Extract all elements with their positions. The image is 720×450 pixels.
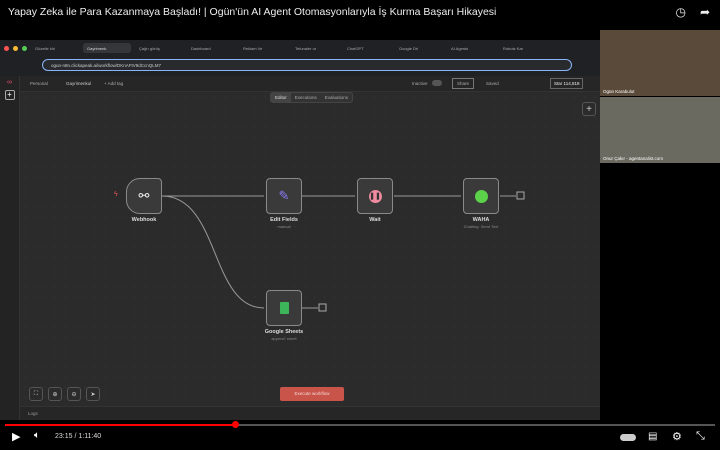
google-sheets-icon <box>279 302 289 314</box>
browser-tab[interactable]: AI Agents <box>447 43 495 53</box>
workflow-canvas[interactable]: Editor Executions Evaluations + ϟ ⚯ Webh… <box>20 92 600 406</box>
node-subtitle: manual <box>277 224 291 229</box>
connection-webhook-sheets <box>161 195 265 309</box>
node-webhook[interactable]: ⚯ <box>126 178 162 214</box>
pencil-icon: ✎ <box>278 188 290 203</box>
add-tag[interactable]: + Add tag <box>104 81 123 86</box>
webhook-icon: ⚯ <box>138 188 150 203</box>
workflow-header: Personal Gayrimenkul + Add tag Inactive … <box>20 76 600 92</box>
connections <box>161 191 525 312</box>
share-button[interactable]: Share <box>452 78 475 89</box>
webcam-name: Onur Çakır - agentanalist.com <box>603 156 664 161</box>
zoom-out-button[interactable]: ⊖ <box>67 387 81 401</box>
node-subtitle: append: sheet <box>271 336 297 341</box>
webcam-host: Ogün Karabulut <box>600 30 720 96</box>
share-icon[interactable]: ➦ <box>700 5 710 19</box>
n8n-app: ∞ + Personal Gayrimenkul + Add tag Inact… <box>0 76 600 420</box>
fit-view-button[interactable]: ⛶ <box>29 387 43 401</box>
tab-strip: Gözetle kiri Gayrimenk Çağrı görüş Dashb… <box>0 40 600 56</box>
top-controls: ◷ ➦ <box>675 5 710 19</box>
tidy-up-button[interactable]: ➤ <box>86 387 100 401</box>
star-label: Star <box>554 81 563 86</box>
watch-later-icon[interactable]: ◷ <box>675 5 685 19</box>
timecode: 23:15 / 1:11:40 <box>55 433 102 440</box>
subtitles-icon[interactable]: ▤ <box>648 431 657 442</box>
active-label: Inactive <box>412 81 428 86</box>
settings-gear-icon[interactable]: ⚙ <box>672 430 682 443</box>
address-bar[interactable]: ogun-n8n.clickapeak.ai/workflow/DKnAFtV9… <box>42 59 572 71</box>
pause-icon: ❚❚ <box>368 189 382 203</box>
logs-panel[interactable]: Logs <box>20 406 600 420</box>
video-title: Yapay Zeka ile Para Kazanmaya Başladı! |… <box>8 6 497 18</box>
volume-icon[interactable]: 🔈︎ <box>34 430 40 441</box>
execute-workflow-button[interactable]: Execute workflow <box>280 387 344 401</box>
browser-tab-active[interactable]: Gayrimenk <box>83 43 131 53</box>
browser-tab[interactable]: Google Dri <box>395 43 443 53</box>
node-label: Google Sheets <box>264 329 304 335</box>
add-after-sheets <box>318 303 327 312</box>
progress-fill <box>5 424 236 426</box>
node-label: WAHA <box>472 217 490 223</box>
browser-window: Gözetle kiri Gayrimenk Çağrı görüş Dashb… <box>0 40 600 420</box>
autoplay-toggle[interactable] <box>620 434 636 441</box>
node-label: Edit Fields <box>270 217 298 223</box>
zoom-in-button[interactable]: ⊕ <box>48 387 62 401</box>
github-star-button[interactable]: Star 114,818 <box>550 78 584 89</box>
webcam-name: Ogün Karabulut <box>603 89 635 94</box>
browser-tab[interactable]: Tetunaler ur <box>291 43 339 53</box>
add-after-waha <box>516 191 525 200</box>
browser-tab[interactable]: ChatGPT <box>343 43 391 53</box>
progress-scrubber[interactable] <box>231 421 239 428</box>
trigger-bolt-icon: ϟ <box>114 191 118 198</box>
webcam-guest: Onur Çakır - agentanalist.com <box>600 97 720 163</box>
node-edit-fields[interactable]: ✎ <box>266 178 302 214</box>
star-count: 114,818 <box>563 81 580 86</box>
browser-tab[interactable]: Çağrı görüş <box>135 43 183 53</box>
browser-tab[interactable]: Reklam Ve <box>239 43 287 53</box>
browser-tab[interactable]: Dashboard <box>187 43 235 53</box>
add-icon[interactable]: + <box>4 90 15 100</box>
browser-tab[interactable]: Robotz Kar <box>499 43 547 53</box>
play-icon[interactable]: ▶ <box>12 430 20 443</box>
n8n-logo-icon: ∞ <box>7 79 12 86</box>
workflow-name[interactable]: Gayrimenkul <box>66 81 91 86</box>
exit-fullscreen-icon[interactable]: ⤡ <box>696 430 705 443</box>
waha-icon <box>474 189 488 203</box>
node-google-sheets[interactable] <box>266 290 302 326</box>
node-subtitle: Chatting: Send Text <box>463 224 499 229</box>
saved-label: Saved <box>486 81 499 86</box>
browser-tab[interactable]: Gözetle kiri <box>31 43 79 53</box>
node-label: Webhook <box>131 217 157 223</box>
node-waha[interactable] <box>463 178 499 214</box>
node-label: Wait <box>369 217 381 223</box>
node-wait[interactable]: ❚❚ <box>357 178 393 214</box>
sidebar: ∞ + <box>0 76 20 420</box>
active-toggle[interactable] <box>432 80 442 86</box>
breadcrumb-personal[interactable]: Personal <box>30 81 48 86</box>
